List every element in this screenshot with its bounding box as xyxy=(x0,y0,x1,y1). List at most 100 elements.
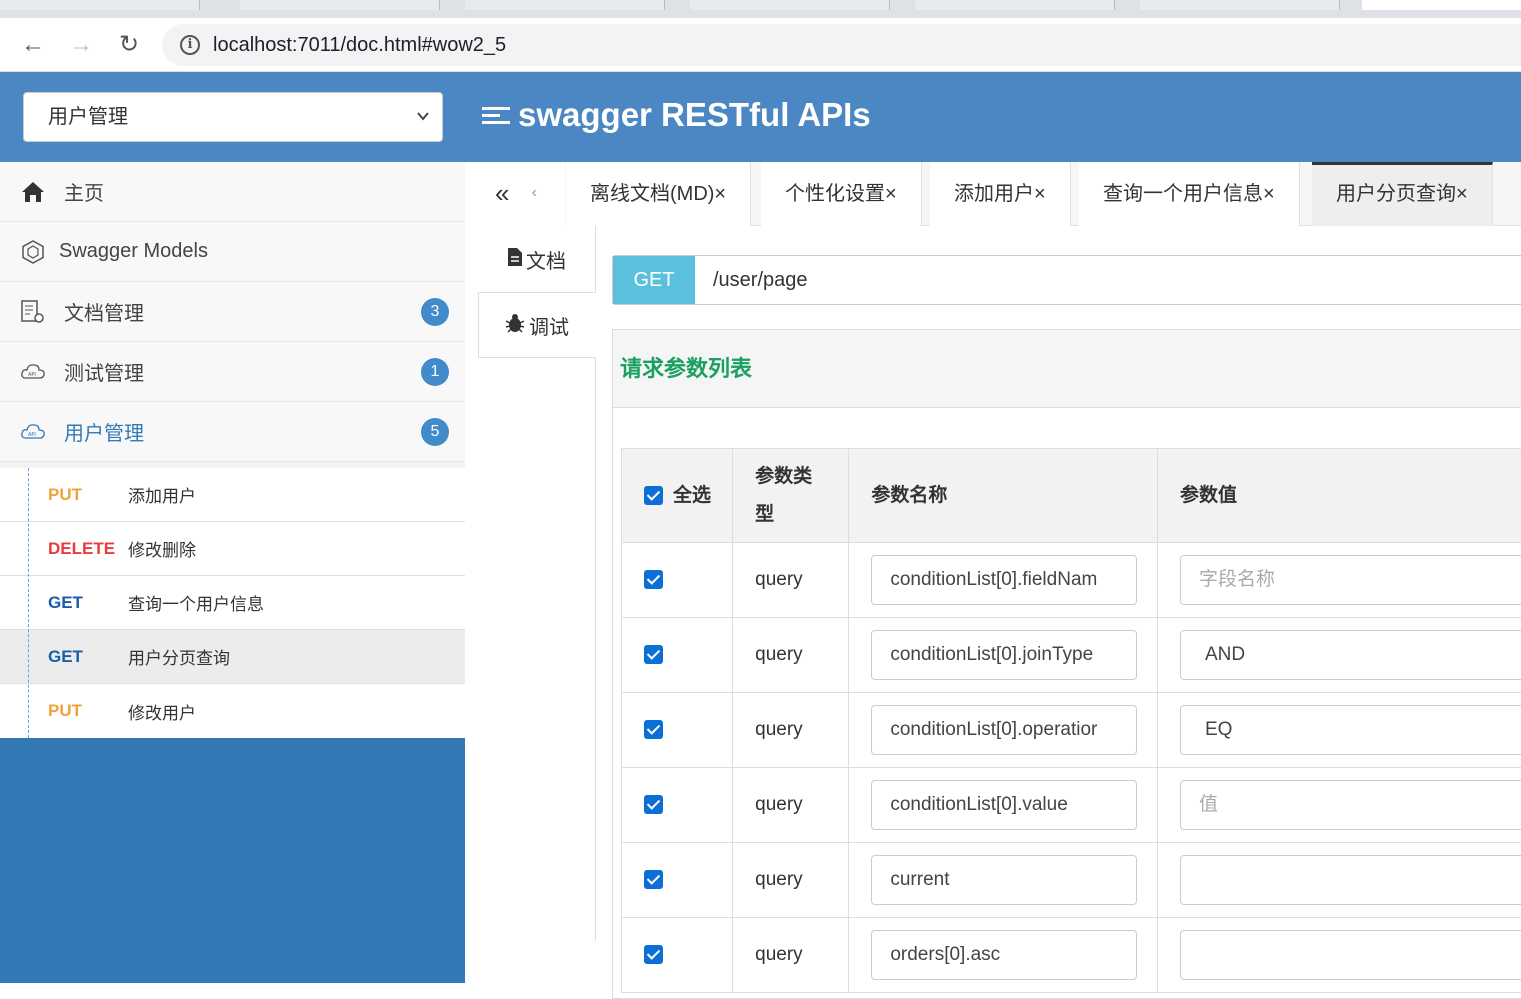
row-checkbox[interactable] xyxy=(644,795,663,814)
col-type-label-2: 型 xyxy=(755,496,848,534)
param-type: query xyxy=(733,618,849,693)
param-value-input[interactable]: 值 xyxy=(1180,780,1521,830)
site-info-icon[interactable]: i xyxy=(180,35,200,55)
param-name-input[interactable]: orders[0].asc xyxy=(871,930,1137,980)
param-name-input[interactable]: conditionList[0].joinType xyxy=(871,630,1137,680)
sidebar-item-label: 测试管理 xyxy=(64,357,465,386)
browser-tab[interactable] xyxy=(915,0,1115,10)
api-item-add-user[interactable]: PUT 添加用户 xyxy=(0,468,465,522)
address-bar: ← → ↻ i localhost:7011/doc.html#wow2_5 xyxy=(0,18,1521,72)
param-value-input[interactable] xyxy=(1180,855,1521,905)
table-row: query current xyxy=(622,843,1521,918)
method-label: PUT xyxy=(0,701,128,721)
api-item-delete[interactable]: DELETE 修改删除 xyxy=(0,522,465,576)
col-select-all: 全选 xyxy=(622,449,733,543)
double-chevron-left-icon: « xyxy=(495,178,509,208)
param-value-input[interactable]: 字段名称 xyxy=(1180,555,1521,605)
row-checkbox[interactable] xyxy=(644,870,663,889)
param-type: query xyxy=(733,693,849,768)
method-label: PUT xyxy=(0,485,128,505)
param-name-input[interactable]: conditionList[0].operatior xyxy=(871,705,1137,755)
sidebar-item-doc-manage[interactable]: 文档管理 3 xyxy=(0,282,465,342)
tab-add-user[interactable]: 添加用户× xyxy=(930,162,1071,226)
row-checkbox[interactable] xyxy=(644,645,663,664)
param-type: query xyxy=(733,918,849,993)
reload-icon[interactable]: ↻ xyxy=(112,28,146,62)
url-text[interactable]: localhost:7011/doc.html#wow2_5 xyxy=(213,34,506,57)
table-row: query conditionList[0].operatior EQ xyxy=(622,693,1521,768)
sidebar-item-swagger-models[interactable]: Swagger Models xyxy=(0,222,465,282)
param-value-cell: EQ xyxy=(1157,693,1521,768)
tab-doc-label: 文档 xyxy=(526,245,566,274)
params-table: 全选 参数类 型 参数名称 参数值 query conditionList[0]… xyxy=(621,448,1521,993)
request-path[interactable]: /user/page xyxy=(713,256,808,304)
browser-tab-active[interactable] xyxy=(1362,0,1521,10)
api-list: PUT 添加用户 DELETE 修改删除 GET 查询一个用户信息 GET 用户… xyxy=(0,462,465,738)
table-row: query conditionList[0].fieldNam 字段名称 xyxy=(622,543,1521,618)
param-name-input[interactable]: conditionList[0].fieldNam xyxy=(871,555,1137,605)
method-label: DELETE xyxy=(0,539,128,559)
tabs-scroll-left-button[interactable]: « ‹ xyxy=(465,162,565,226)
bug-icon xyxy=(505,313,525,338)
sidebar-item-test-manage[interactable]: API 测试管理 1 xyxy=(0,342,465,402)
doc-tabs: « ‹ 离线文档(MD)× 个性化设置× 添加用户× 查询一个用户信息× 用户分… xyxy=(465,162,1521,226)
row-check-cell xyxy=(622,543,733,618)
tab-debug[interactable]: 调试 xyxy=(478,292,596,358)
tab-query-user[interactable]: 查询一个用户信息× xyxy=(1079,162,1300,226)
tab-settings[interactable]: 个性化设置× xyxy=(761,162,922,226)
url-field[interactable]: i localhost:7011/doc.html#wow2_5 xyxy=(162,24,1521,66)
count-badge: 1 xyxy=(421,358,449,386)
row-check-cell xyxy=(622,918,733,993)
group-select[interactable]: 用户管理 xyxy=(23,92,443,142)
browser-tab[interactable] xyxy=(690,0,890,10)
param-name-cell: conditionList[0].joinType xyxy=(849,618,1158,693)
select-all-checkbox[interactable] xyxy=(644,486,663,505)
param-type: query xyxy=(733,843,849,918)
sidebar-item-label: Swagger Models xyxy=(59,240,465,263)
col-type-label-1: 参数类 xyxy=(755,458,848,496)
col-value: 参数值 xyxy=(1157,449,1521,543)
row-checkbox[interactable] xyxy=(644,720,663,739)
table-row: query orders[0].asc xyxy=(622,918,1521,993)
browser-tab[interactable] xyxy=(240,0,440,10)
param-type: query xyxy=(733,768,849,843)
tab-user-page[interactable]: 用户分页查询× xyxy=(1312,162,1493,226)
param-name-input[interactable]: current xyxy=(871,855,1137,905)
row-checkbox[interactable] xyxy=(644,570,663,589)
param-value-cell: AND xyxy=(1157,618,1521,693)
param-name-cell: orders[0].asc xyxy=(849,918,1158,993)
tab-offline-doc[interactable]: 离线文档(MD)× xyxy=(566,162,751,226)
row-check-cell xyxy=(622,768,733,843)
sidebar: 主页 Swagger Models 文档管理 3 API 测试管理 1 API xyxy=(0,162,465,983)
tab-doc[interactable]: 文档 xyxy=(478,226,596,292)
browser-tab[interactable] xyxy=(1140,0,1340,10)
param-value-cell xyxy=(1157,918,1521,993)
param-name-input[interactable]: conditionList[0].value xyxy=(871,780,1137,830)
param-value-select[interactable]: AND xyxy=(1180,630,1521,680)
param-value-select[interactable]: EQ xyxy=(1180,705,1521,755)
row-check-cell xyxy=(622,693,733,768)
sidebar-item-label: 文档管理 xyxy=(64,297,465,326)
params-title: 请求参数列表 xyxy=(620,330,1521,408)
row-checkbox[interactable] xyxy=(644,945,663,964)
forward-icon[interactable]: → xyxy=(64,28,98,62)
menu-toggle-icon[interactable] xyxy=(482,103,510,128)
browser-tab[interactable] xyxy=(0,0,200,10)
browser-tab[interactable] xyxy=(465,0,665,10)
view-tabs: 文档 调试 xyxy=(478,226,596,941)
back-icon[interactable]: ← xyxy=(16,28,50,62)
api-label: 添加用户 xyxy=(128,482,196,507)
params-header-row: 全选 参数类 型 参数名称 参数值 xyxy=(622,449,1521,543)
tab-debug-label: 调试 xyxy=(529,311,569,340)
file-icon xyxy=(508,248,522,271)
param-value-input[interactable] xyxy=(1180,930,1521,980)
browser-tab-strip xyxy=(0,0,1521,18)
param-name-cell: conditionList[0].operatior xyxy=(849,693,1158,768)
api-item-update-user[interactable]: PUT 修改用户 xyxy=(0,684,465,738)
sidebar-item-home[interactable]: 主页 xyxy=(0,162,465,222)
sidebar-item-label: 用户管理 xyxy=(64,417,465,446)
count-badge: 3 xyxy=(421,298,449,326)
sidebar-item-user-manage[interactable]: API 用户管理 5 xyxy=(0,402,465,462)
api-item-user-page[interactable]: GET 用户分页查询 xyxy=(0,630,465,684)
api-item-get-user[interactable]: GET 查询一个用户信息 xyxy=(0,576,465,630)
